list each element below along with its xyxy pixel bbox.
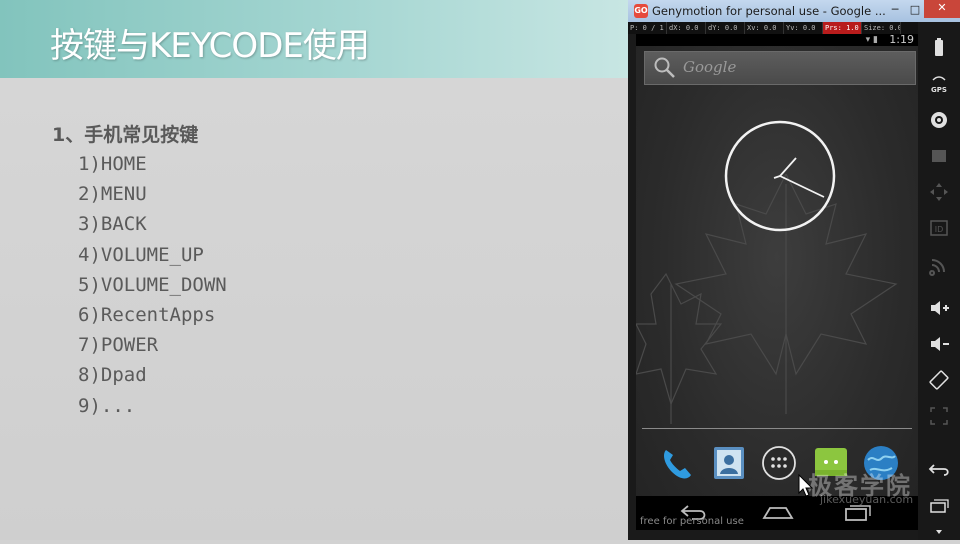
volume-up-icon[interactable] bbox=[927, 296, 951, 320]
personal-use-label: free for personal use bbox=[640, 516, 744, 527]
rotate-icon[interactable] bbox=[927, 368, 951, 392]
list-item: 5)VOLUME_DOWN bbox=[78, 273, 227, 296]
slide-title: 按键与KEYCODE使用 bbox=[50, 26, 370, 66]
list-item: 7)POWER bbox=[78, 334, 159, 357]
fullscreen-icon[interactable] bbox=[927, 404, 951, 428]
window-titlebar[interactable]: GO Genymotion for personal use - Google … bbox=[628, 0, 960, 22]
debug-field: Yv: 0.0 bbox=[784, 22, 823, 34]
id-icon[interactable]: ID bbox=[927, 216, 951, 240]
recent-apps-icon[interactable] bbox=[927, 494, 951, 518]
list-item: 8)Dpad bbox=[78, 364, 147, 387]
phone-screen[interactable]: ▾ ▮ 1:19 Google free for personal use bbox=[636, 34, 918, 530]
mouse-cursor-icon bbox=[798, 474, 814, 497]
debug-field: Prs: 1.0 bbox=[823, 22, 862, 34]
debug-field: dX: 0.0 bbox=[667, 22, 706, 34]
svg-text:ID: ID bbox=[935, 225, 944, 234]
phone-icon[interactable] bbox=[658, 444, 696, 482]
svg-text:GPS: GPS bbox=[931, 86, 947, 94]
list-item: 6)RecentApps bbox=[78, 303, 216, 326]
list-item: 1)HOME bbox=[78, 153, 147, 175]
list-item: 2)MENU bbox=[78, 183, 147, 206]
maximize-button[interactable]: □ bbox=[904, 2, 926, 18]
signal-status-icon: ▾ ▮ bbox=[865, 35, 878, 45]
menu-arrow-icon[interactable] bbox=[927, 520, 951, 544]
debug-field: dY: 0.0 bbox=[706, 22, 745, 34]
window-title: Genymotion for personal use - Google ... bbox=[652, 4, 886, 18]
slide-header: 按键与KEYCODE使用 bbox=[0, 0, 630, 78]
app-drawer-icon[interactable] bbox=[760, 444, 798, 482]
volume-down-icon[interactable] bbox=[927, 332, 951, 356]
status-time: 1:19 bbox=[889, 34, 914, 46]
status-bar: ▾ ▮ 1:19 bbox=[636, 34, 918, 46]
genymotion-app-icon: GO bbox=[634, 4, 648, 18]
debug-field: Size: 0.0 bbox=[864, 22, 901, 34]
debug-field: Xv: 0.0 bbox=[745, 22, 784, 34]
close-button[interactable]: ✕ bbox=[924, 0, 960, 18]
google-search-bar[interactable]: Google bbox=[644, 51, 916, 85]
battery-icon[interactable] bbox=[927, 36, 951, 60]
key-list: 1)HOME 2)MENU 3)BACK 4)VOLUME_UP 5)VOLUM… bbox=[78, 152, 227, 424]
list-item: 4)VOLUME_UP bbox=[78, 243, 204, 266]
minimize-button[interactable]: ─ bbox=[884, 2, 906, 18]
analog-clock-widget[interactable] bbox=[724, 120, 836, 232]
dock-divider bbox=[642, 428, 912, 429]
debug-field: P: 0 / 1 bbox=[628, 22, 667, 34]
list-item: 9)... bbox=[78, 394, 136, 417]
video-icon[interactable] bbox=[927, 144, 951, 168]
watermark-url: jikexueyuan.com bbox=[820, 493, 914, 506]
search-icon bbox=[654, 57, 675, 78]
signal-icon[interactable] bbox=[927, 252, 951, 276]
contacts-icon[interactable] bbox=[710, 444, 748, 482]
dpad-icon[interactable] bbox=[927, 180, 951, 204]
emulator-window: GO Genymotion for personal use - Google … bbox=[628, 0, 960, 540]
tool-panel: GPS ID bbox=[918, 22, 960, 540]
gps-icon[interactable]: GPS bbox=[927, 72, 951, 96]
search-placeholder: Google bbox=[683, 58, 737, 76]
section-heading: 1、手机常见按键 bbox=[52, 124, 199, 146]
back-icon[interactable] bbox=[927, 458, 951, 482]
home-nav-icon[interactable] bbox=[762, 502, 794, 522]
list-item: 3)BACK bbox=[78, 213, 147, 236]
pointer-debug-bar: P: 0 / 1 dX: 0.0 dY: 0.0 Xv: 0.0 Yv: 0.0… bbox=[628, 22, 918, 34]
camera-icon[interactable] bbox=[927, 108, 951, 132]
